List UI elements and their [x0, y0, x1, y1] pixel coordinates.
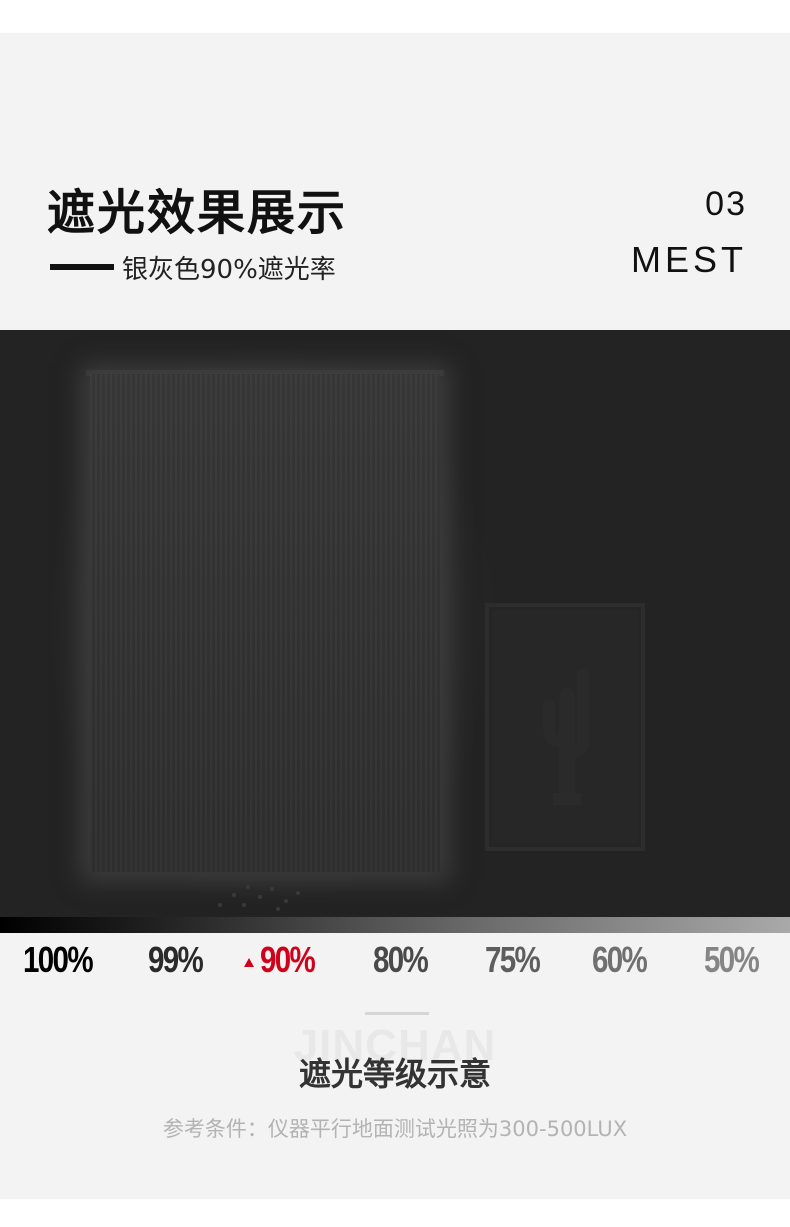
- section-number: 03: [705, 185, 747, 223]
- footer-title: 遮光等级示意: [298, 1055, 491, 1093]
- page-subtitle: 银灰色90%遮光率: [122, 254, 336, 285]
- scale-level-80: 80%: [373, 939, 429, 980]
- scale-level-99: 99%: [148, 939, 204, 980]
- test-condition-note: 参考条件：仪器平行地面测试光照为300-500LUX: [162, 1117, 628, 1141]
- scale-level-90-selected: 90%: [260, 939, 316, 980]
- subtitle-accent-bar: [50, 264, 114, 270]
- scale-level-75: 75%: [485, 939, 541, 980]
- wall-picture-frame: [485, 603, 645, 851]
- blackout-demo-photo: [0, 330, 790, 917]
- scale-level-100: 100%: [23, 939, 94, 980]
- footer-divider: [365, 1012, 429, 1015]
- cactus-picture-icon: [543, 669, 589, 805]
- scale-level-50: 50%: [704, 939, 760, 980]
- floor-plant-icon: [218, 885, 300, 911]
- blackout-scale-labels: 100% 99% 90% 80% 75% 60% 50%: [0, 937, 790, 987]
- blackout-gradient-bar: [0, 917, 790, 933]
- subtitle-row: 银灰色90%遮光率: [50, 249, 336, 285]
- section-word: MEST: [630, 239, 747, 280]
- scale-level-60: 60%: [592, 939, 648, 980]
- blackout-curtain: [90, 374, 440, 872]
- page-title: 遮光效果展示: [47, 185, 348, 241]
- product-detail-page: 遮光效果展示 银灰色90%遮光率 03 MEST 100% 99% 90% 80…: [0, 33, 790, 1199]
